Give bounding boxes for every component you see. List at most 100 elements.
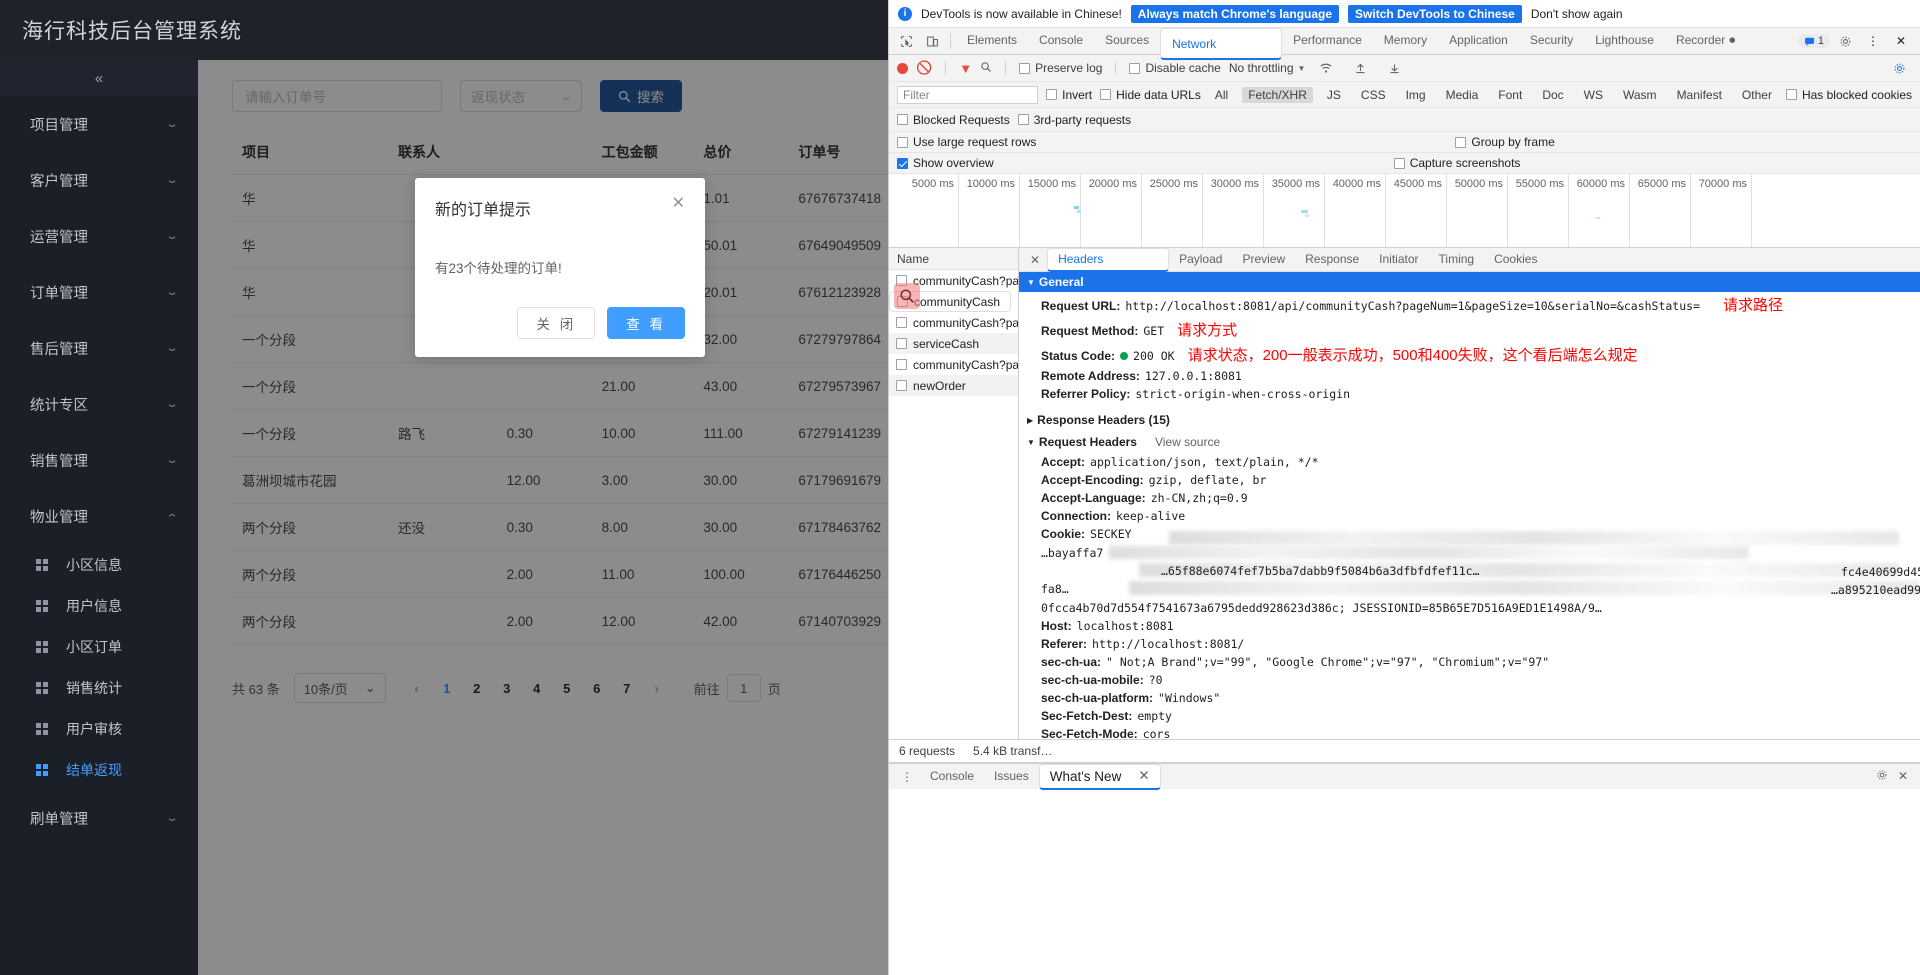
sidebar-group-aftersales[interactable]: 售后管理 ⌄ xyxy=(0,320,198,376)
request-list-header[interactable]: Name xyxy=(889,248,1018,270)
sidebar-group-operations[interactable]: 运营管理 ⌄ xyxy=(0,208,198,264)
detail-tab-response[interactable]: Response xyxy=(1295,248,1369,272)
switch-devtools-to-chinese-button[interactable]: Switch DevTools to Chinese xyxy=(1348,4,1522,23)
record-icon[interactable] xyxy=(897,62,908,74)
view-button[interactable]: 查 看 xyxy=(607,307,685,339)
close-button[interactable]: 关 闭 xyxy=(517,307,596,339)
invert-checkbox[interactable]: Invert xyxy=(1046,88,1092,102)
tab-lighthouse[interactable]: Lighthouse xyxy=(1584,28,1665,54)
sidebar-group-statistics[interactable]: 统计专区 ⌄ xyxy=(0,376,198,432)
gear-icon[interactable] xyxy=(1876,769,1888,784)
type-filter-img[interactable]: Img xyxy=(1400,87,1432,103)
has-blocked-cookies-checkbox[interactable]: Has blocked cookies xyxy=(1785,88,1912,102)
type-filter-wasm[interactable]: Wasm xyxy=(1617,87,1663,103)
tab-memory[interactable]: Memory xyxy=(1373,28,1438,54)
network-overview-timeline[interactable]: 5000 ms 10000 ms 15000 ms 20000 ms 25000… xyxy=(889,174,1920,248)
close-icon[interactable]: ✕ xyxy=(1138,768,1149,784)
tab-performance[interactable]: Performance xyxy=(1282,28,1373,54)
group-by-frame-checkbox[interactable]: Group by frame xyxy=(1455,135,1555,149)
close-icon[interactable]: ✕ xyxy=(1023,253,1047,267)
network-settings-gear-icon[interactable] xyxy=(1886,62,1912,75)
detail-tab-initiator[interactable]: Initiator xyxy=(1369,248,1428,272)
type-filter-doc[interactable]: Doc xyxy=(1536,87,1569,103)
device-toolbar-icon[interactable] xyxy=(919,28,945,54)
search-icon[interactable] xyxy=(980,61,992,76)
view-source-link[interactable]: View source xyxy=(1155,435,1220,449)
tab-recorder[interactable]: Recorder ⏺ xyxy=(1665,28,1746,54)
drawer-tab-console[interactable]: Console xyxy=(920,764,984,790)
type-filter-fetch-xhr[interactable]: Fetch/XHR xyxy=(1242,86,1313,103)
detail-tab-preview[interactable]: Preview xyxy=(1232,248,1295,272)
use-large-request-rows-checkbox[interactable]: Use large request rows xyxy=(897,135,1036,149)
gear-icon[interactable] xyxy=(1832,35,1858,48)
header-value: SECKEY xyxy=(1090,527,1132,541)
sidebar-item-settlement-cashback[interactable]: 结单返现 xyxy=(0,749,198,790)
request-row[interactable]: communityCash?pag… xyxy=(889,270,1018,291)
tab-network[interactable]: Network xyxy=(1160,28,1283,60)
sidebar-item-user-audit[interactable]: 用户审核 xyxy=(0,708,198,749)
request-headers-section[interactable]: ▼ Request Headers View source xyxy=(1019,431,1920,453)
sidebar-group-sales[interactable]: 销售管理 ⌄ xyxy=(0,432,198,488)
tab-security[interactable]: Security xyxy=(1519,28,1584,54)
sidebar-item-community-order[interactable]: 小区订单 xyxy=(0,626,198,667)
sidebar-item-user-info[interactable]: 用户信息 xyxy=(0,585,198,626)
wifi-icon[interactable] xyxy=(1313,61,1339,75)
detail-tab-headers[interactable]: Headers xyxy=(1047,248,1170,272)
sidebar-group-order[interactable]: 订单管理 ⌄ xyxy=(0,264,198,320)
request-row[interactable]: communityCash?pag… xyxy=(889,312,1018,333)
kebab-icon[interactable]: ⋮ xyxy=(1860,34,1886,48)
always-match-language-button[interactable]: Always match Chrome's language xyxy=(1130,4,1340,23)
request-row-selected[interactable]: communityCash xyxy=(889,291,1011,312)
sidebar-group-brushing[interactable]: 刷单管理 ⌄ xyxy=(0,790,198,846)
hide-data-urls-checkbox[interactable]: Hide data URLs xyxy=(1100,88,1201,102)
general-section-header[interactable]: ▼ General xyxy=(1019,272,1920,292)
import-har-icon[interactable] xyxy=(1347,62,1373,75)
clear-icon[interactable]: 🚫 xyxy=(916,60,932,76)
response-headers-section[interactable]: ▶ Response Headers (15) xyxy=(1019,409,1920,431)
type-filter-ws[interactable]: WS xyxy=(1578,87,1609,103)
request-row[interactable]: serviceCash xyxy=(889,333,1018,354)
request-row[interactable]: newOrder xyxy=(889,375,1018,396)
tab-elements[interactable]: Elements xyxy=(956,28,1028,54)
type-filter-other[interactable]: Other xyxy=(1736,87,1778,103)
blocked-requests-checkbox[interactable]: Blocked Requests xyxy=(897,113,1010,127)
issues-badge[interactable]: 1 xyxy=(1797,34,1830,48)
export-har-icon[interactable] xyxy=(1381,62,1407,75)
type-filter-css[interactable]: CSS xyxy=(1355,87,1392,103)
dont-show-again-link[interactable]: Don't show again xyxy=(1531,7,1623,21)
type-filter-all[interactable]: All xyxy=(1209,87,1234,103)
tab-sources[interactable]: Sources xyxy=(1094,28,1160,54)
throttling-select[interactable]: No throttling ▼ xyxy=(1229,61,1306,75)
drawer-tab-whats-new[interactable]: What's New ✕ xyxy=(1038,763,1161,790)
request-row[interactable]: communityCash?pag… xyxy=(889,354,1018,375)
close-icon[interactable]: ✕ xyxy=(672,196,685,212)
filter-icon[interactable]: ▼ xyxy=(959,61,972,76)
type-filter-media[interactable]: Media xyxy=(1440,87,1485,103)
sidebar-group-customer[interactable]: 客户管理 ⌄ xyxy=(0,152,198,208)
inspect-cursor-icon[interactable] xyxy=(893,28,919,54)
filter-input[interactable]: Filter xyxy=(897,85,1039,104)
sidebar-item-sales-stats[interactable]: 销售统计 xyxy=(0,667,198,708)
detail-tab-cookies[interactable]: Cookies xyxy=(1484,248,1547,272)
tab-application[interactable]: Application xyxy=(1438,28,1519,54)
close-icon[interactable]: ✕ xyxy=(1888,34,1914,48)
detail-tab-timing[interactable]: Timing xyxy=(1429,248,1485,272)
close-icon[interactable]: ✕ xyxy=(1898,769,1908,784)
type-filter-manifest[interactable]: Manifest xyxy=(1671,87,1728,103)
drawer-tab-issues[interactable]: Issues xyxy=(984,764,1039,790)
sidebar-group-project[interactable]: 项目管理 ⌄ xyxy=(0,96,198,152)
divider xyxy=(945,61,947,75)
sidebar-collapse-toggle[interactable]: « xyxy=(0,60,198,96)
preserve-log-checkbox[interactable]: Preserve log xyxy=(1019,61,1102,75)
disable-cache-checkbox[interactable]: Disable cache xyxy=(1129,61,1221,75)
third-party-requests-checkbox[interactable]: 3rd-party requests xyxy=(1017,113,1131,127)
capture-screenshots-checkbox[interactable]: Capture screenshots xyxy=(1393,156,1520,170)
sidebar-item-community-info[interactable]: 小区信息 xyxy=(0,544,198,585)
type-filter-js[interactable]: JS xyxy=(1321,87,1347,103)
detail-tab-payload[interactable]: Payload xyxy=(1169,248,1232,272)
show-overview-checkbox[interactable]: Show overview xyxy=(897,156,994,170)
sidebar-group-property[interactable]: 物业管理 ⌄ xyxy=(0,488,198,544)
kebab-icon[interactable]: ⋮ xyxy=(895,770,920,784)
type-filter-font[interactable]: Font xyxy=(1492,87,1528,103)
tab-console[interactable]: Console xyxy=(1028,28,1094,54)
